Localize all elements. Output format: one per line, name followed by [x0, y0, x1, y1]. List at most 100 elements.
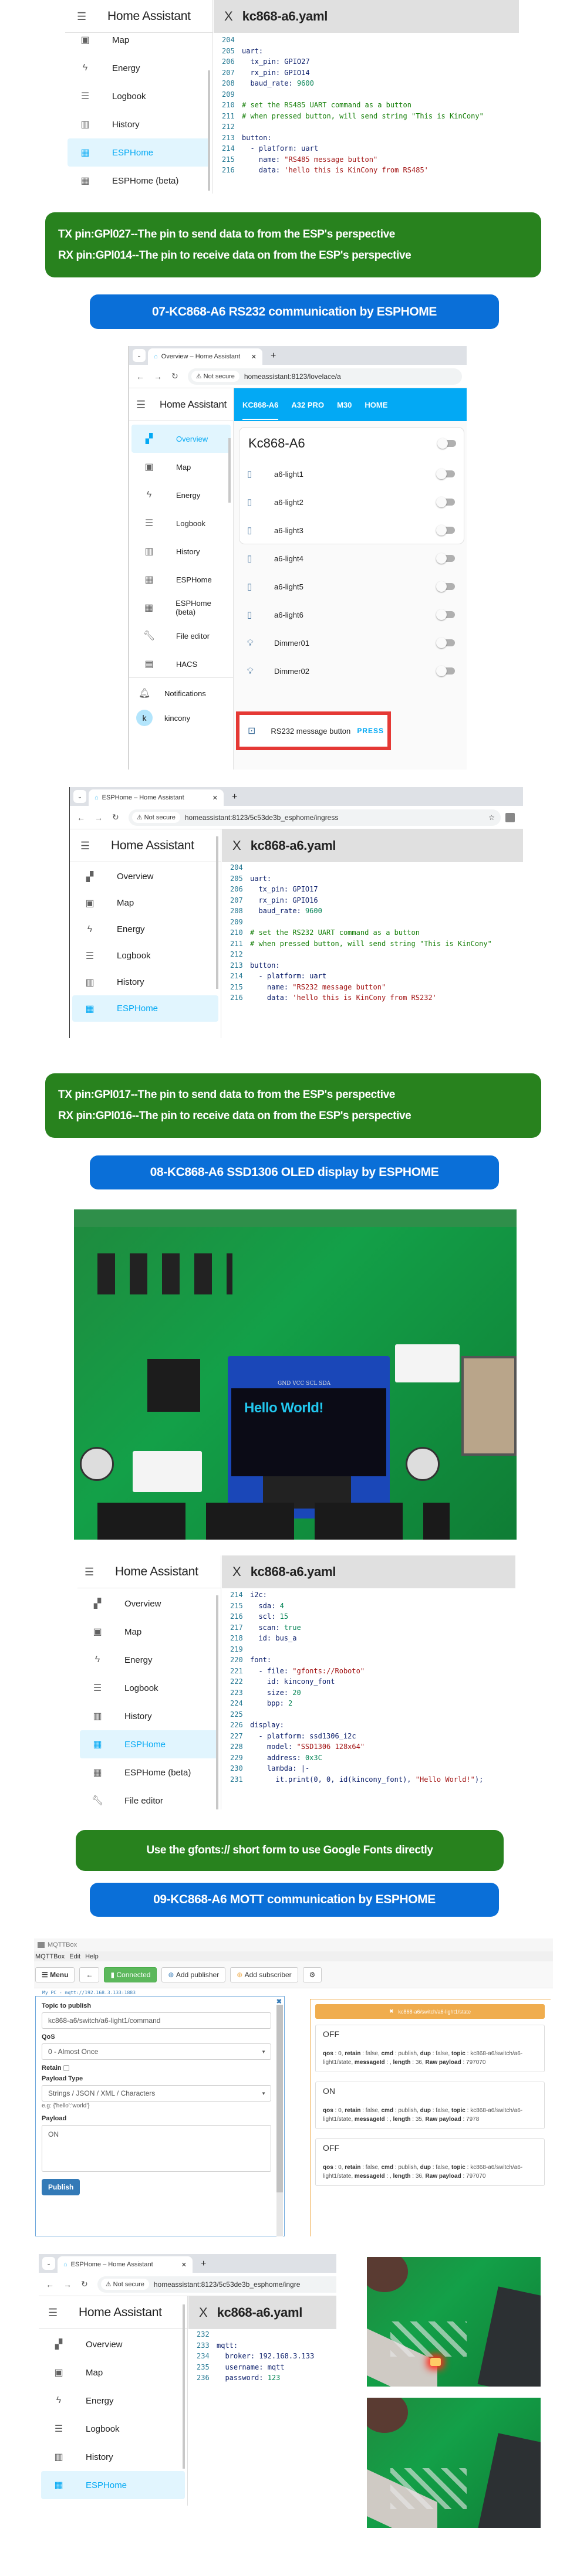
sidebar-item-file-editor[interactable]: 🔧︎ File editor — [80, 1787, 218, 1809]
retain-checkbox[interactable] — [63, 2065, 69, 2072]
close-tab-icon[interactable]: ✕ — [212, 794, 218, 802]
sidebar-item-logbook[interactable]: ☰ Logbook — [80, 1674, 218, 1702]
sidebar-item-history[interactable]: ▥ History — [41, 2443, 185, 2471]
sidebar-scrollbar[interactable] — [183, 2304, 185, 2469]
sidebar-scrollbar[interactable] — [228, 438, 231, 503]
new-tab-icon[interactable]: + — [232, 792, 237, 802]
back-icon[interactable]: ← — [136, 372, 144, 381]
entity-toggle[interactable] — [436, 497, 455, 507]
sidebar-item-esphome[interactable]: ▦ ESPHome — [72, 995, 218, 1022]
tab-dropdown-icon[interactable]: ⌄ — [73, 790, 86, 803]
dashboard-tab[interactable]: KC868-A6 — [242, 401, 279, 420]
sidebar-item-history[interactable]: ▥ History — [80, 1702, 218, 1730]
publish-button[interactable]: Publish — [42, 2179, 80, 2195]
browser-tab[interactable]: ⌂ ESPHome – Home Assistant ✕ — [89, 789, 224, 806]
entity-toggle[interactable] — [436, 609, 455, 620]
close-icon[interactable]: X — [224, 9, 233, 24]
payload-type-select[interactable]: Strings / JSON / XML / Characters ▼ — [42, 2085, 271, 2102]
code-editor[interactable]: 232 233 mqtt: 234 broker: 192.168.3.133 235 … — [188, 2329, 336, 2384]
address-bar[interactable]: ⚠ Not secure homeassistant:8123/lovelace… — [187, 368, 462, 385]
menu-icon[interactable]: ☰ — [48, 2307, 59, 2318]
sidebar-item-history[interactable]: ▥ History — [68, 110, 210, 138]
menu-item[interactable]: MQTTBox — [35, 1953, 65, 1960]
address-bar[interactable]: ⚠ Not secure homeassistant:8123/5c53de3b… — [128, 809, 501, 826]
forward-icon[interactable]: → — [63, 2280, 72, 2289]
sidebar-item-logbook[interactable]: ☰ Logbook — [131, 509, 231, 537]
sidebar-item-esphome[interactable]: ▦ ESPHome — [80, 1730, 218, 1758]
close-icon[interactable]: X — [199, 2305, 208, 2320]
code-editor[interactable]: 214 i2c: 215 sda: 4 216 scl: 15 217 scan: tr… — [222, 1589, 515, 1785]
browser-tab[interactable]: ⌂ Overview – Home Assistant ✕ — [148, 348, 262, 365]
sidebar-scrollbar[interactable] — [216, 1595, 218, 1809]
back-icon[interactable]: ← — [46, 2280, 54, 2289]
close-tab-icon[interactable]: ✕ — [181, 2261, 187, 2269]
sidebar-item-history[interactable]: ▥ History — [131, 537, 231, 565]
sidebar-item-overview[interactable]: ▞ Overview — [131, 425, 231, 453]
topic-input[interactable]: kc868-a6/switch/a6-light1/command — [42, 2012, 271, 2029]
sidebar-item-esphome[interactable]: ▦ ESPHome — [131, 565, 231, 594]
tab-dropdown-icon[interactable]: ⌄ — [42, 2257, 55, 2270]
code-editor[interactable]: 204 205 uart: 206 tx_pin: GPIO27 207 rx_pin:… — [214, 35, 519, 176]
browser-tab[interactable]: ⌂ ESPHome – Home Assistant ✕ — [58, 2256, 193, 2273]
sidebar-item-energy[interactable]: ϟ Energy — [131, 481, 231, 509]
qos-select[interactable]: 0 - Almost Once ▼ — [42, 2043, 271, 2060]
press-button[interactable]: PRESS — [357, 727, 384, 735]
sidebar-item-energy[interactable]: ϟ Energy — [41, 2387, 185, 2415]
entity-toggle[interactable] — [436, 469, 455, 479]
menu-icon[interactable]: ☰ — [80, 840, 91, 851]
sidebar-item-energy[interactable]: ϟ Energy — [80, 1646, 218, 1674]
sidebar-scrollbar[interactable] — [208, 70, 210, 191]
reload-icon[interactable]: ↻ — [112, 812, 119, 822]
close-icon[interactable]: X — [232, 1564, 241, 1580]
sidebar-item-user[interactable]: k kincony — [131, 706, 190, 730]
sidebar-item-hacs[interactable]: ▤ HACS — [131, 650, 231, 678]
sidebar-item-map[interactable]: ▣ Map — [41, 2358, 185, 2387]
sidebar-item-esphome[interactable]: ▦ ESPHome — [68, 138, 210, 167]
entity-toggle[interactable] — [436, 638, 455, 648]
dashboard-tab[interactable]: M30 — [337, 401, 352, 409]
sidebar-item-map[interactable]: ▣ Map — [68, 26, 210, 54]
forward-icon[interactable]: → — [154, 372, 162, 381]
sidebar-item-history[interactable]: ▥ History — [72, 969, 218, 995]
menu-item[interactable]: Edit — [69, 1953, 80, 1960]
sidebar-item-overview[interactable]: ▞ Overview — [72, 863, 218, 890]
menu-icon[interactable]: ☰ — [136, 399, 147, 410]
sidebar-scrollbar[interactable] — [216, 836, 218, 989]
entity-toggle[interactable] — [436, 666, 455, 676]
sidebar-item-logbook[interactable]: ☰ Logbook — [68, 82, 210, 110]
add-publisher-button[interactable]: ⊕ Add publisher — [161, 1967, 226, 1982]
not-secure-badge[interactable]: ⚠ Not secure — [100, 2279, 149, 2290]
not-secure-badge[interactable]: ⚠ Not secure — [191, 371, 239, 382]
card-master-toggle[interactable] — [437, 438, 456, 449]
sidebar-item-file-editor[interactable]: 🔧︎ File editor — [131, 622, 231, 650]
sidebar-item-logbook[interactable]: ☰ Logbook — [41, 2415, 185, 2443]
entity-toggle[interactable] — [436, 553, 455, 564]
dashboard-tab[interactable]: HOME — [365, 401, 387, 409]
sidebar-item-esphome-beta[interactable]: ▦ ESPHome (beta) — [68, 167, 210, 194]
reload-icon[interactable]: ↻ — [171, 371, 178, 381]
menu-button[interactable]: ☰ Menu — [35, 1967, 75, 1982]
new-tab-icon[interactable]: + — [271, 351, 276, 361]
connected-button[interactable]: ▮ Connected — [104, 1967, 157, 1982]
code-editor[interactable]: 204 205 uart: 206 tx_pin: GPIO17 207 rx_pin:… — [222, 862, 523, 1004]
sidebar-item-esphome-beta[interactable]: ▦ ESPHome (beta) — [131, 594, 231, 622]
settings-button[interactable]: ⚙ — [302, 1967, 322, 1982]
sidebar-item-esphome-beta[interactable]: ▦ ESPHome (beta) — [80, 1758, 218, 1787]
sidebar-item-energy[interactable]: ϟ Energy — [68, 54, 210, 82]
close-icon[interactable]: X — [232, 838, 241, 853]
sidebar-item-map[interactable]: ▣ Map — [131, 453, 231, 481]
panel-scrollbar[interactable] — [276, 2005, 283, 2236]
not-secure-badge[interactable]: ⚠ Not secure — [131, 812, 180, 823]
bookmark-star-icon[interactable]: ☆ — [488, 814, 495, 822]
sidebar-item-notifications[interactable]: 🔔︎ Notifications — [131, 682, 206, 705]
tab-dropdown-icon[interactable]: ⌄ — [133, 349, 146, 362]
forward-icon[interactable]: → — [95, 813, 103, 822]
menu-item[interactable]: Help — [85, 1953, 99, 1960]
sidebar-item-map[interactable]: ▣ Map — [80, 1618, 218, 1646]
back-button[interactable]: ← — [79, 1967, 100, 1982]
unsubscribe-icon[interactable]: ✖ — [389, 2008, 394, 2015]
entity-toggle[interactable] — [436, 581, 455, 592]
sidebar-item-overview[interactable]: ▞ Overview — [80, 1589, 218, 1618]
add-subscriber-button[interactable]: ⊕ Add subscriber — [230, 1967, 298, 1982]
extension-icon[interactable] — [505, 812, 515, 822]
